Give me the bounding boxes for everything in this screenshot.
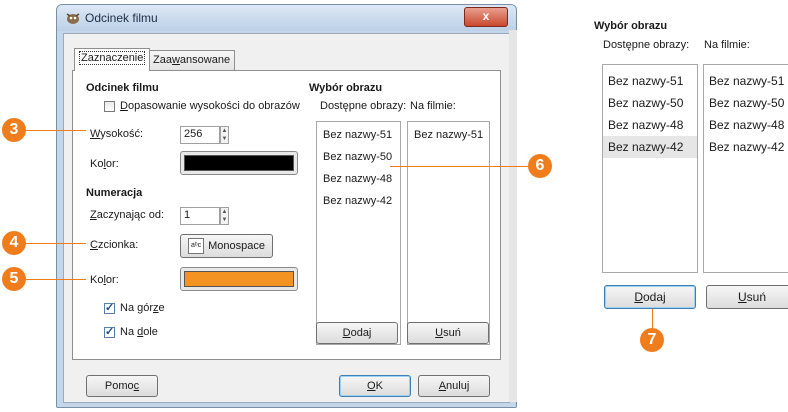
callout-5-line [26, 279, 86, 280]
tab-panel: Odcinek filmu Dopasowanie wysokości do o… [72, 70, 501, 360]
list-item[interactable]: Bez nazwy-51 [704, 70, 788, 92]
height-label: Wysokość: [90, 128, 144, 140]
zoom-on-film-label: Na filmie: [704, 39, 750, 51]
callout-4-line [26, 243, 86, 244]
number-color-label: Kolor: [90, 274, 119, 286]
on-film-list[interactable]: Bez nazwy-51 [407, 121, 490, 345]
start-at-input[interactable]: 1 [180, 207, 220, 225]
gimp-icon [66, 13, 80, 24]
dialog-titlebar[interactable]: Odcinek filmu x [57, 5, 516, 31]
callout-7: 7 [640, 328, 664, 352]
at-top-label[interactable]: Na górze [120, 302, 165, 314]
zoom-add-button[interactable]: Dodaj [604, 285, 696, 309]
dialog-title: Odcinek filmu [85, 11, 158, 25]
list-item[interactable]: Bez nazwy-50 [704, 92, 788, 114]
on-film-label: Na filmie: [410, 100, 456, 112]
ok-button[interactable]: OK [339, 375, 411, 397]
list-item[interactable]: Bez nazwy-42 [704, 136, 788, 158]
tab-advanced[interactable]: Zaawansowane [148, 50, 236, 70]
height-input[interactable]: 256 [180, 126, 220, 144]
film-color-button[interactable] [180, 151, 298, 175]
cancel-button[interactable]: Anuluj [418, 375, 490, 397]
close-button[interactable]: x [464, 7, 508, 27]
list-item[interactable]: Bez nazwy-51 [603, 70, 697, 92]
dialog-client-area: Zaznaczenie Zaawansowane Odcinek filmu D… [63, 33, 510, 403]
list-item[interactable]: Bez nazwy-51 [317, 126, 400, 148]
callout-6: 6 [528, 154, 552, 178]
help-button[interactable]: Pomoc [86, 375, 158, 397]
list-item[interactable]: Bez nazwy-50 [603, 92, 697, 114]
at-bottom-label[interactable]: Na dole [120, 326, 158, 338]
start-at-spinner[interactable]: ▲ ▼ [220, 207, 229, 225]
zoom-heading: Wybór obrazu [594, 20, 668, 32]
remove-button[interactable]: Usuń [407, 322, 489, 344]
list-item[interactable]: Bez nazwy-48 [317, 170, 400, 192]
list-item[interactable]: Bez nazwy-48 [603, 114, 697, 136]
zoom-remove-button[interactable]: Usuń [706, 285, 788, 309]
number-color-swatch [184, 271, 294, 287]
callout-5: 5 [2, 267, 26, 291]
number-color-button[interactable] [180, 267, 298, 291]
font-button[interactable]: aᵇc Monospace [180, 234, 273, 258]
film-strip-dialog: Odcinek filmu x Zaznaczenie Zaawansowane… [56, 4, 517, 408]
zoom-available-list[interactable]: Bez nazwy-51 Bez nazwy-50 Bez nazwy-48 B… [602, 64, 698, 273]
list-item[interactable]: Bez nazwy-48 [704, 114, 788, 136]
callout-6-line [390, 166, 528, 167]
tab-selection[interactable]: Zaznaczenie [74, 48, 151, 71]
font-label: Czcionka: [90, 239, 139, 251]
at-bottom-checkbox[interactable] [104, 325, 115, 338]
callout-3: 3 [2, 118, 26, 142]
font-icon: aᵇc [188, 238, 205, 255]
zoom-on-film-list[interactable]: Bez nazwy-51 Bez nazwy-50 Bez nazwy-48 B… [703, 64, 788, 273]
film-section-heading: Odcinek filmu [86, 82, 159, 94]
list-item[interactable]: Bez nazwy-51 [408, 126, 489, 148]
callout-3-line [26, 130, 86, 131]
list-item[interactable]: Bez nazwy-42 [317, 192, 400, 214]
background-scrollbar [509, 30, 517, 402]
start-at-label: Zaczynając od: [90, 209, 164, 221]
list-item-selected[interactable]: Bez nazwy-42 [603, 136, 697, 158]
zoom-available-label: Dostępne obrazy: [603, 39, 690, 51]
fit-height-checkbox[interactable] [104, 101, 115, 112]
film-color-label: Kolor: [90, 158, 119, 170]
image-selection-heading: Wybór obrazu [309, 82, 383, 94]
callout-7-line [652, 306, 653, 328]
available-images-label: Dostępne obrazy: [320, 100, 407, 112]
callout-4: 4 [2, 231, 26, 255]
list-item[interactable]: Bez nazwy-50 [317, 148, 400, 170]
height-spinner[interactable]: ▲ ▼ [220, 126, 229, 144]
at-top-checkbox[interactable] [104, 301, 115, 314]
add-button[interactable]: Dodaj [316, 322, 398, 344]
fit-height-label[interactable]: Dopasowanie wysokości do obrazów [120, 100, 300, 112]
available-images-list[interactable]: Bez nazwy-51 Bez nazwy-50 Bez nazwy-48 B… [316, 121, 401, 345]
film-color-swatch [184, 155, 294, 171]
numbering-section-heading: Numeracja [86, 187, 143, 199]
